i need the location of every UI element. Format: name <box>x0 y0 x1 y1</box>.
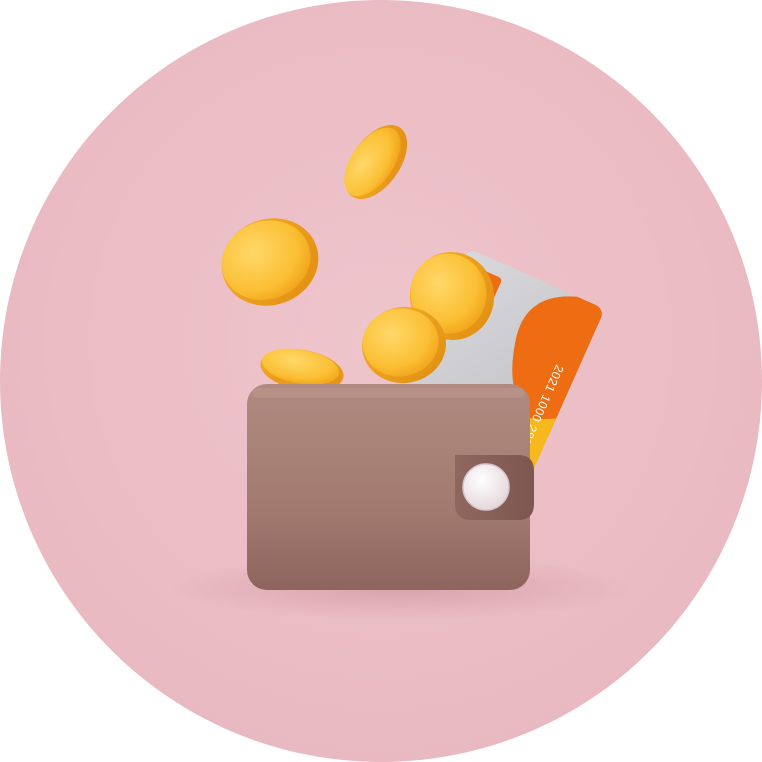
wallet <box>247 384 534 590</box>
wallet-illustration: E1 2021 1000 2828 2121 <box>0 0 762 762</box>
background-circle <box>0 0 762 762</box>
illustration-canvas: E1 2021 1000 2828 2121 <box>0 0 762 762</box>
wallet-top-highlight <box>252 388 525 398</box>
